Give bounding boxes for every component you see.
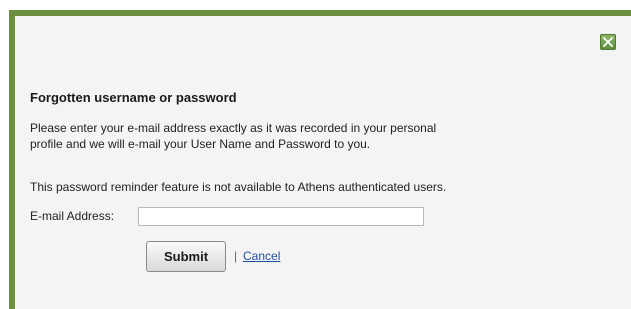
cancel-link[interactable]: Cancel (243, 249, 280, 263)
button-separator: | (234, 249, 238, 263)
dialog-left-border (9, 10, 15, 309)
intro-line-1: Please enter your e-mail address exactly… (30, 121, 437, 135)
intro-text: Please enter your e-mail address exactly… (30, 120, 530, 152)
email-field[interactable] (138, 207, 424, 226)
dialog-panel (15, 16, 631, 309)
close-x-icon (603, 37, 613, 47)
dialog-top-border (9, 10, 631, 16)
submit-button[interactable]: Submit (146, 241, 226, 272)
athens-notice: This password reminder feature is not av… (30, 180, 447, 194)
forgot-password-dialog: Forgotten username or password Please en… (0, 0, 631, 309)
close-button[interactable] (600, 34, 616, 50)
dialog-title: Forgotten username or password (30, 90, 237, 105)
email-label: E-mail Address: (30, 209, 115, 223)
intro-line-2: profile and we will e-mail your User Nam… (30, 137, 371, 151)
